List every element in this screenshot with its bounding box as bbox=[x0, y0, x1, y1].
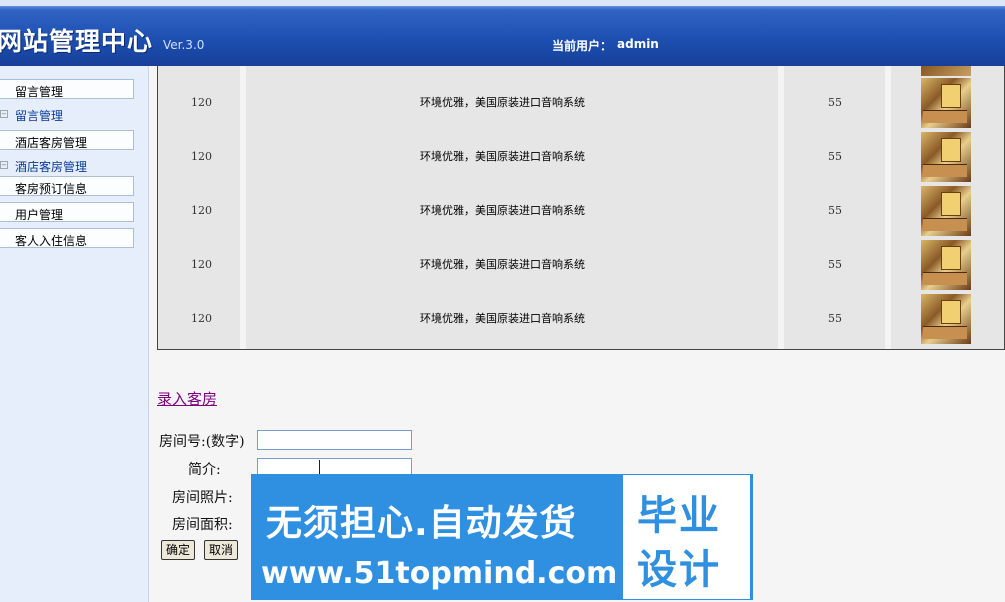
table-row: 120 环境优雅，美国原装进口音响系统 55 bbox=[158, 130, 1004, 184]
watermark-badge: 毕业 设计 bbox=[623, 475, 750, 599]
room-description: 环境优雅，美国原装进口音响系统 bbox=[420, 204, 585, 217]
header-top-strip bbox=[0, 0, 1005, 6]
confirm-button[interactable]: 确定 bbox=[161, 540, 196, 560]
sidebar: 留言管理 − 留言管理 酒店客房管理 − 酒店客房管理 客房预订信息 用户管理 … bbox=[0, 66, 149, 602]
watermark-badge-line2: 设计 bbox=[637, 547, 721, 593]
room-photo-thumbnail bbox=[921, 294, 971, 344]
room-area: 55 bbox=[828, 96, 842, 109]
sidebar-subitem-message-management[interactable]: − 留言管理 bbox=[0, 104, 140, 124]
room-photo-thumbnail bbox=[921, 240, 971, 290]
room-photo-thumbnail bbox=[921, 78, 971, 128]
collapse-icon[interactable]: − bbox=[0, 110, 8, 118]
sidebar-item-room-booking[interactable]: 客房预订信息 bbox=[0, 176, 134, 196]
sidebar-item-label: 客人入住信息 bbox=[15, 234, 88, 248]
sidebar-item-label: 酒店客房管理 bbox=[15, 136, 88, 150]
room-area-label: 房间面积: bbox=[172, 517, 233, 533]
intro-label: 简介: bbox=[188, 462, 221, 478]
add-room-link[interactable]: 录入客房 bbox=[157, 388, 217, 409]
room-price: 120 bbox=[191, 150, 212, 163]
version-label: Ver.3.0 bbox=[163, 38, 205, 52]
room-photo-thumbnail bbox=[921, 66, 971, 76]
room-description: 环境优雅，美国原装进口音响系统 bbox=[420, 96, 585, 109]
room-price: 120 bbox=[191, 96, 212, 109]
room-price: 120 bbox=[191, 204, 212, 217]
current-user-label: 当前用户： bbox=[552, 39, 613, 53]
watermark-banner: 无须担心.自动发货 www.51topmind.com 毕业 设计 bbox=[251, 474, 753, 600]
table-row: 120 环境优雅，美国原装进口音响系统 55 bbox=[158, 238, 1004, 292]
room-area: 55 bbox=[828, 150, 842, 163]
room-description: 环境优雅，美国原装进口音响系统 bbox=[420, 312, 585, 325]
room-number-label: 房间号:(数字) bbox=[159, 434, 245, 450]
room-price: 120 bbox=[191, 312, 212, 325]
room-description: 环境优雅，美国原装进口音响系统 bbox=[420, 258, 585, 271]
room-area: 55 bbox=[828, 312, 842, 325]
watermark-url: www.51topmind.com bbox=[261, 556, 618, 591]
room-area: 55 bbox=[828, 258, 842, 271]
sidebar-item-label: 酒店客房管理 bbox=[15, 160, 88, 174]
sidebar-item-label: 留言管理 bbox=[15, 85, 64, 99]
table-row: 120 环境优雅，美国原装进口音响系统 55 bbox=[158, 292, 1004, 346]
room-photo-thumbnail bbox=[921, 132, 971, 182]
header-bar: 网站管理中心 Ver.3.0 当前用户： admin bbox=[0, 0, 1005, 66]
room-photo-label: 房间照片: bbox=[172, 490, 233, 506]
sidebar-item-guest-checkin[interactable]: 客人入住信息 bbox=[0, 228, 134, 248]
sidebar-item-message-management[interactable]: 留言管理 bbox=[0, 79, 134, 99]
table-row: 120 环境优雅，美国原装进口音响系统 55 bbox=[158, 184, 1004, 238]
room-area: 55 bbox=[828, 204, 842, 217]
table-row: 120 环境优雅，美国原装进口音响系统 55 bbox=[158, 76, 1004, 130]
text-cursor-icon bbox=[319, 460, 320, 474]
room-table: 120 环境优雅，美国原装进口音响系统 55 120 环境优雅，美国原装进口音响… bbox=[157, 66, 1005, 350]
sidebar-item-label: 客房预订信息 bbox=[15, 182, 88, 196]
room-number-input[interactable] bbox=[257, 430, 412, 450]
room-photo-thumbnail bbox=[921, 186, 971, 236]
current-user-name: admin bbox=[617, 37, 659, 51]
sidebar-item-label: 用户管理 bbox=[15, 208, 64, 222]
cancel-button[interactable]: 取消 bbox=[204, 540, 239, 560]
site-title: 网站管理中心 bbox=[0, 27, 154, 56]
watermark-badge-line1: 毕业 bbox=[637, 493, 721, 539]
watermark-slogan: 无须担心.自动发货 bbox=[266, 503, 577, 544]
sidebar-item-user-management[interactable]: 用户管理 bbox=[0, 202, 134, 222]
room-description: 环境优雅，美国原装进口音响系统 bbox=[420, 150, 585, 163]
sidebar-subitem-hotel-room-management[interactable]: − 酒店客房管理 bbox=[0, 155, 140, 175]
sidebar-item-hotel-room-management[interactable]: 酒店客房管理 bbox=[0, 130, 134, 150]
sidebar-item-label: 留言管理 bbox=[15, 109, 64, 123]
collapse-icon[interactable]: − bbox=[0, 161, 8, 169]
room-price: 120 bbox=[191, 258, 212, 271]
